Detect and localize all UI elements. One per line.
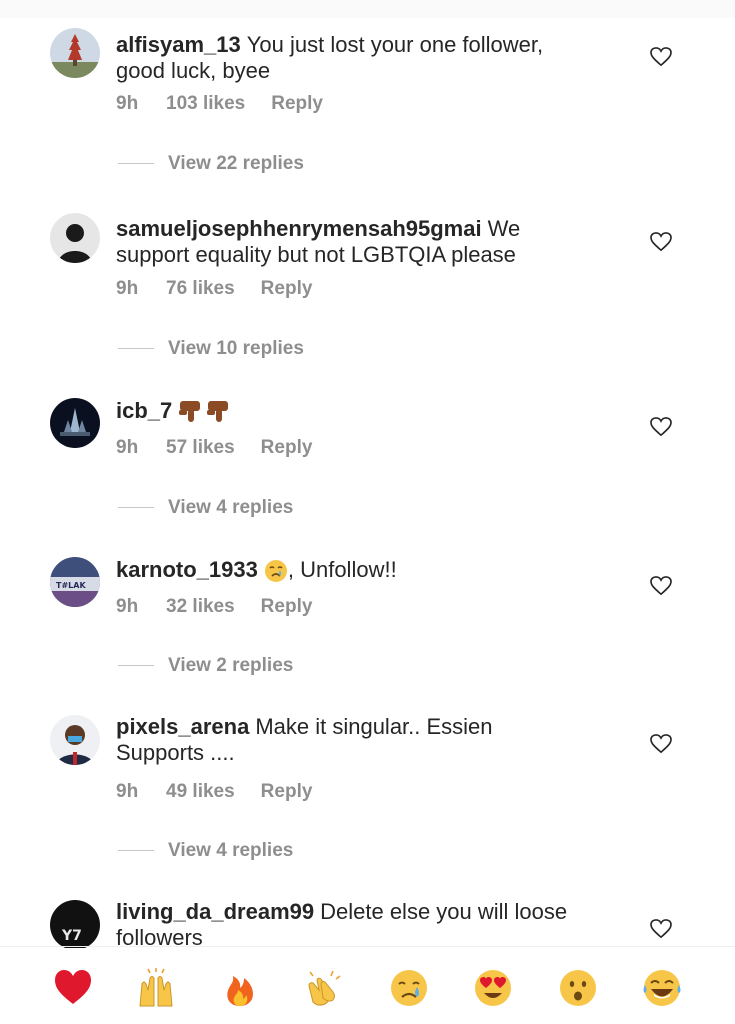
emoji-reaction-bar [0, 948, 735, 1024]
reply-button[interactable]: Reply [261, 596, 313, 618]
comment-text: alfisyam_13 You just lost your one follow… [116, 32, 616, 84]
view-replies-button[interactable]: View 2 replies [118, 655, 293, 677]
likes-count[interactable]: 32 likes [166, 596, 235, 618]
comment-meta: 9h 76 likes Reply [116, 278, 312, 300]
replies-line [118, 348, 154, 350]
replies-line [118, 665, 154, 667]
avatar[interactable] [50, 213, 100, 263]
replies-line [118, 163, 154, 165]
comment-meta: 9h 49 likes Reply [116, 781, 312, 803]
comment-meta: 9h 57 likes Reply [116, 437, 312, 459]
timestamp: 9h [116, 781, 139, 802]
timestamp: 9h [116, 437, 139, 458]
comment-text: pixels_arena Make it singular.. Essien Su… [116, 714, 616, 766]
view-replies-label[interactable]: View 10 replies [168, 338, 304, 359]
avatar[interactable]: Y7 [50, 900, 100, 950]
view-replies-label[interactable]: View 22 replies [168, 153, 304, 174]
like-heart-icon[interactable] [650, 417, 672, 437]
svg-text:Y7: Y7 [61, 928, 82, 944]
comment-meta: 9h 103 likes Reply [116, 93, 323, 115]
like-heart-icon[interactable] [650, 232, 672, 252]
clapping-hands-icon[interactable] [305, 968, 345, 1008]
username[interactable]: samueljosephhenrymensah95gmai [116, 216, 482, 241]
timestamp: 9h [116, 596, 139, 617]
red-heart-icon[interactable] [53, 968, 93, 1008]
surprised-face-icon[interactable] [558, 968, 598, 1008]
timestamp: 9h [116, 278, 139, 299]
view-replies-button[interactable]: View 4 replies [118, 840, 293, 862]
username[interactable]: pixels_arena [116, 714, 249, 739]
view-replies-button[interactable]: View 22 replies [118, 153, 304, 175]
username[interactable]: icb_7 [116, 398, 172, 423]
crying-face-icon [264, 560, 287, 583]
raising-hands-icon[interactable] [136, 968, 176, 1008]
username[interactable]: karnoto_1933 [116, 557, 258, 582]
heart-eyes-icon[interactable] [473, 968, 513, 1008]
comment-text: samueljosephhenrymensah95gmai We support … [116, 216, 616, 268]
username[interactable]: alfisyam_13 [116, 32, 241, 57]
like-heart-icon[interactable] [650, 576, 672, 596]
reply-button[interactable]: Reply [261, 437, 313, 459]
like-heart-icon[interactable] [650, 47, 672, 67]
avatar[interactable] [50, 715, 100, 765]
comment-text: icb_7 [116, 398, 616, 425]
avatar[interactable]: T#LAK [50, 557, 100, 607]
crying-face-icon[interactable] [389, 968, 429, 1008]
likes-count[interactable]: 103 likes [166, 93, 245, 115]
view-replies-label[interactable]: View 2 replies [168, 655, 293, 676]
top-edge [0, 0, 735, 18]
emoji-bar-divider [0, 946, 735, 947]
likes-count[interactable]: 49 likes [166, 781, 235, 803]
comment-body-cont: Supports .... [116, 740, 235, 765]
likes-count[interactable]: 57 likes [166, 437, 235, 459]
avatar[interactable] [50, 398, 100, 448]
username[interactable]: living_da_dream99 [116, 899, 314, 924]
likes-count[interactable]: 76 likes [166, 278, 235, 300]
timestamp: 9h [116, 93, 139, 114]
comment-text: living_da_dream99 Delete else you will lo… [116, 899, 616, 951]
fire-icon[interactable] [220, 968, 260, 1008]
reply-button[interactable]: Reply [271, 93, 323, 115]
replies-line [118, 850, 154, 852]
comment-body: We [487, 216, 521, 241]
like-heart-icon[interactable] [650, 734, 672, 754]
comment-body: , Unfollow!! [287, 557, 397, 582]
tears-of-joy-icon[interactable] [642, 968, 682, 1008]
view-replies-button[interactable]: View 10 replies [118, 338, 304, 360]
like-heart-icon[interactable] [650, 919, 672, 939]
thumbs-down-icon [179, 401, 229, 423]
reply-button[interactable]: Reply [261, 278, 313, 300]
comment-body: Delete else you will loose [320, 899, 568, 924]
comment-body: Make it singular.. Essien [255, 714, 493, 739]
comment-body-cont: good luck, byee [116, 58, 271, 83]
comment-body-cont: support equality but not LGBTQIA please [116, 242, 516, 267]
comment-text: karnoto_1933 , Unfollow!! [116, 557, 616, 583]
replies-line [118, 507, 154, 509]
view-replies-label[interactable]: View 4 replies [168, 497, 293, 518]
svg-text:T#LAK: T#LAK [56, 581, 86, 590]
view-replies-button[interactable]: View 4 replies [118, 497, 293, 519]
view-replies-label[interactable]: View 4 replies [168, 840, 293, 861]
comment-meta: 9h 32 likes Reply [116, 596, 312, 618]
comment-body: You just lost your one follower, [246, 32, 544, 57]
reply-button[interactable]: Reply [261, 781, 313, 803]
avatar[interactable] [50, 28, 100, 78]
